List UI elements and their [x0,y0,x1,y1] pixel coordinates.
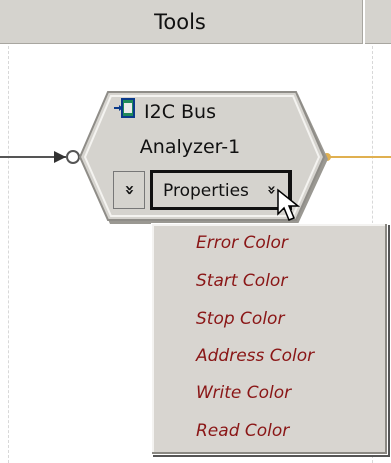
node-title-line1: I2C Bus [144,101,216,123]
properties-label: Properties [163,181,249,201]
chevron-double-down-icon: » [118,184,139,196]
input-arrow-icon [54,151,66,163]
menu-item-error-color[interactable]: Error Color [196,228,288,258]
menu-item-read-color[interactable]: Read Color [196,416,289,446]
menu-item-start-color[interactable]: Start Color [196,266,287,296]
menu-item-stop-color[interactable]: Stop Color [196,304,284,334]
menu-item-write-color[interactable]: Write Color [196,378,291,408]
module-icon [114,98,135,118]
expand-button[interactable]: » [113,171,145,209]
mouse-cursor-icon [277,188,301,221]
menu-item-address-color[interactable]: Address Color [196,341,314,371]
node-title-line2: Analyzer-1 [139,136,241,158]
properties-menu: Error Color Start Color Stop Color Addre… [151,223,388,455]
input-connector [66,150,80,164]
properties-button[interactable]: Properties » [150,170,292,210]
